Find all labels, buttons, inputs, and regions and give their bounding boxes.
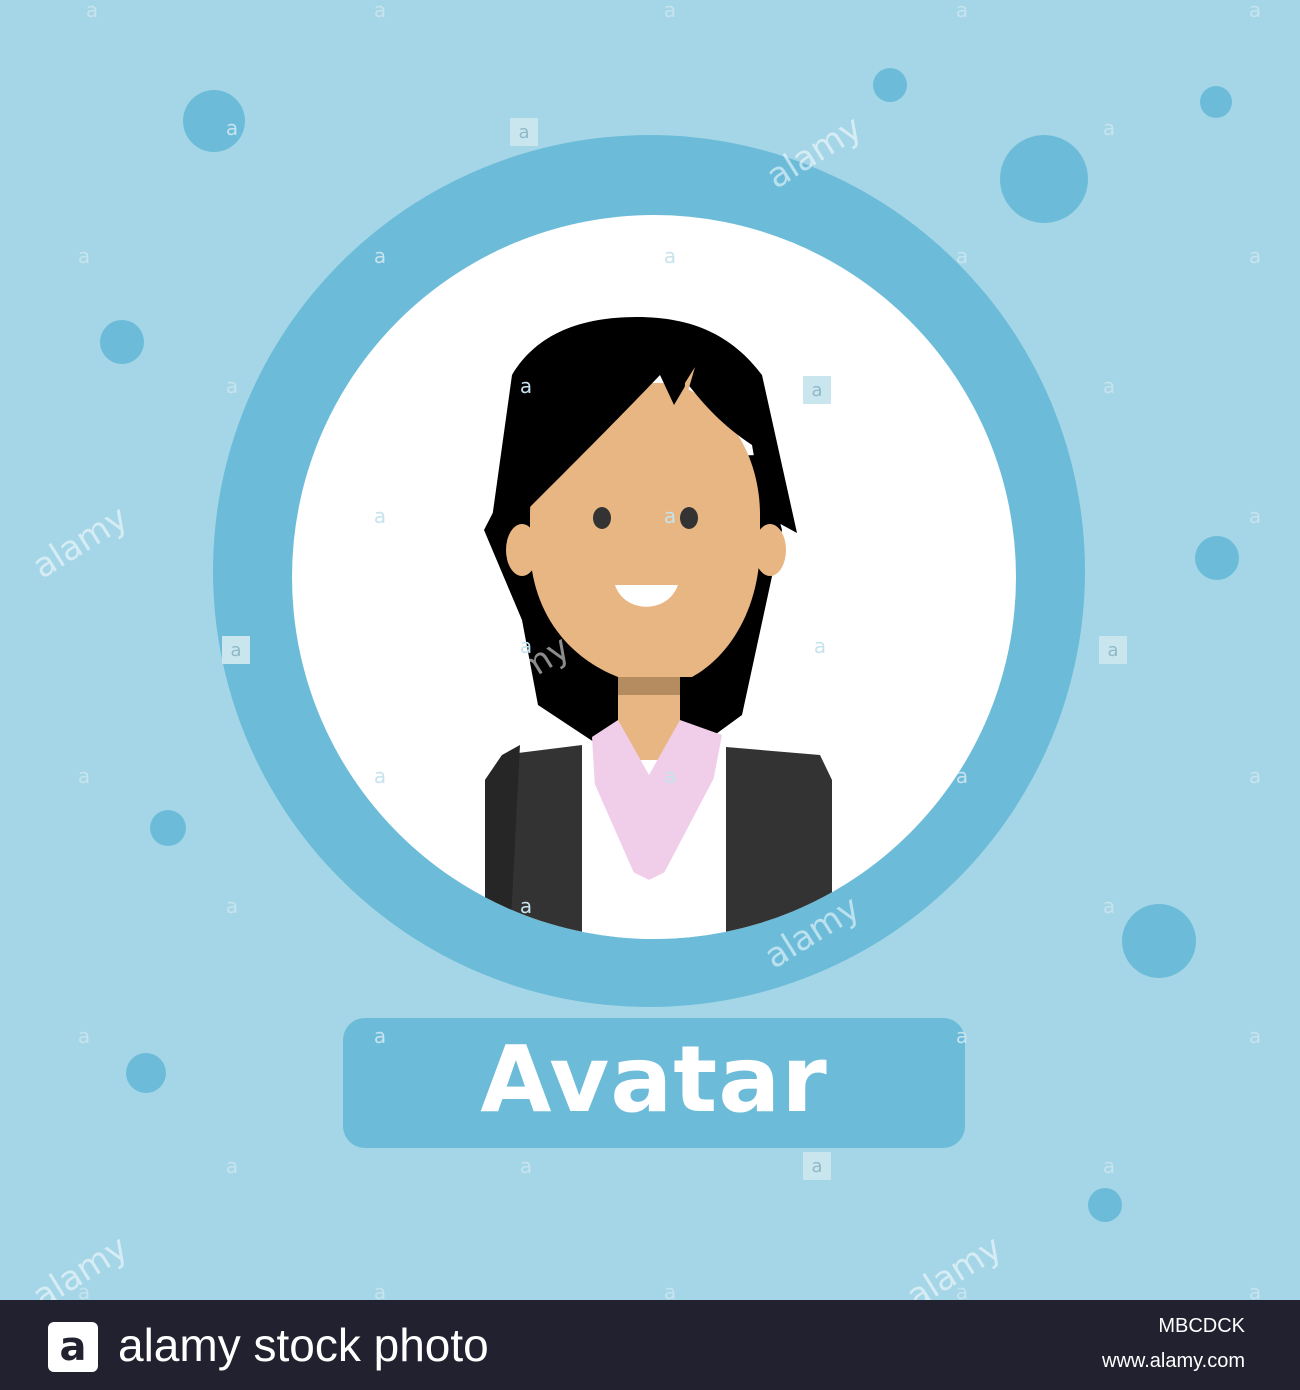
footer-url: www.alamy.com — [1102, 1350, 1245, 1372]
watermark-mark: a — [225, 894, 239, 918]
footer-brand: alamy stock photo — [118, 1319, 489, 1371]
watermark-mark: a — [663, 764, 677, 788]
watermark-mark: a — [77, 244, 91, 268]
watermark-mark: a — [663, 1280, 677, 1300]
ear-left — [506, 524, 538, 576]
stock-footer-bar: a alamy stock photo MBCDCK www.alamy.com — [0, 1300, 1300, 1390]
watermark-mark: a — [222, 636, 250, 664]
watermark-mark: a — [373, 764, 387, 788]
decor-dot — [126, 1053, 166, 1093]
decor-dot — [150, 810, 186, 846]
decor-dot — [1195, 536, 1239, 580]
decor-dot — [1088, 1188, 1122, 1222]
watermark-mark: a — [510, 118, 538, 146]
watermark-mark: a — [519, 894, 533, 918]
watermark-mark: a — [1102, 1154, 1116, 1178]
watermark-mark: a — [225, 1154, 239, 1178]
image-id: MBCDCK — [1158, 1315, 1245, 1337]
watermark-mark: a — [955, 764, 969, 788]
watermark-mark: a — [519, 1154, 533, 1178]
avatar-disc — [292, 215, 1016, 939]
watermark-mark: a — [1102, 894, 1116, 918]
watermark-mark: a — [1102, 374, 1116, 398]
watermark-mark: a — [955, 1024, 969, 1048]
watermark-mark: a — [373, 1280, 387, 1300]
watermark-mark: a — [663, 244, 677, 268]
watermark-mark: a — [1248, 764, 1262, 788]
eye-left — [593, 507, 611, 529]
watermark-mark: a — [955, 244, 969, 268]
eye-right — [680, 507, 698, 529]
watermark-mark: a — [1248, 1280, 1262, 1300]
decor-dot — [873, 68, 907, 102]
decor-dot — [1200, 86, 1232, 118]
watermark-mark: a — [225, 116, 239, 140]
watermark-mark: a — [1248, 1024, 1262, 1048]
watermark-word: alamy — [25, 497, 136, 587]
avatar-label: Avatar — [480, 1026, 828, 1133]
ear-right — [754, 524, 786, 576]
watermark-mark: a — [373, 244, 387, 268]
watermark-word: alamy — [899, 1227, 1010, 1300]
watermark-word: alamy — [25, 1227, 136, 1300]
businesswoman-figure — [484, 317, 832, 939]
watermark-mark: a — [77, 764, 91, 788]
watermark-mark: a — [519, 374, 533, 398]
avatar-illustration: Avatar a a a a a a a a a a a a a a a a a… — [0, 0, 1300, 1300]
watermark-mark: a — [85, 0, 99, 22]
watermark-mark: a — [813, 634, 827, 658]
watermark-mark: a — [955, 0, 969, 22]
watermark-mark: a — [663, 504, 677, 528]
alamy-logo-icon: a — [48, 1322, 98, 1372]
avatar-label-pill: Avatar — [343, 1018, 965, 1148]
watermark-mark: a — [373, 1024, 387, 1048]
watermark-mark: a — [663, 0, 677, 22]
watermark-mark: a — [1248, 504, 1262, 528]
watermark-mark: a — [803, 376, 831, 404]
watermark-mark: a — [373, 504, 387, 528]
watermark-mark: a — [1248, 244, 1262, 268]
watermark-mark: a — [1099, 636, 1127, 664]
watermark-mark: a — [1248, 0, 1262, 22]
decor-dot — [1122, 904, 1196, 978]
watermark-mark: a — [803, 1152, 831, 1180]
decor-dot — [1000, 135, 1088, 223]
watermark-mark: a — [373, 0, 387, 22]
watermark-mark: a — [1102, 116, 1116, 140]
watermark-mark: a — [77, 1024, 91, 1048]
watermark-mark: a — [225, 374, 239, 398]
decor-dot — [100, 320, 144, 364]
